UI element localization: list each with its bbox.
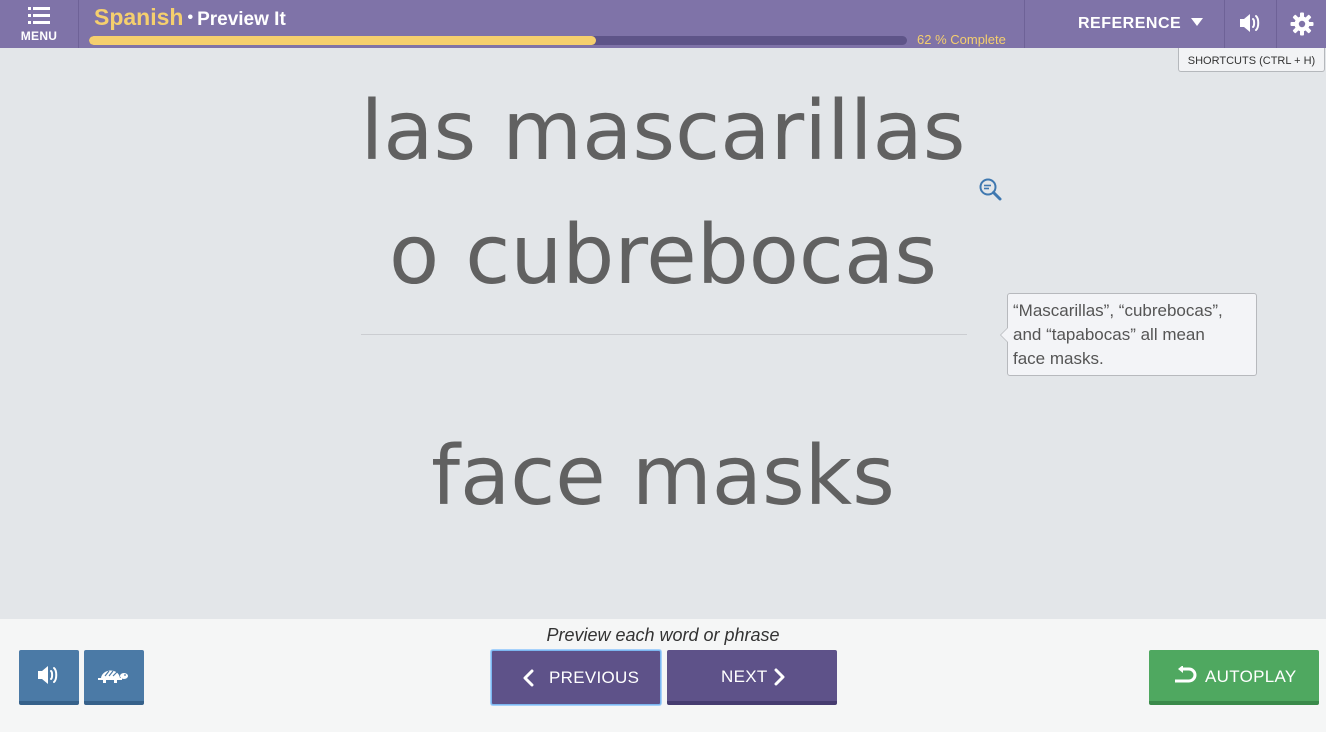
menu-list-icon [28, 7, 50, 24]
menu-button[interactable]: MENU [0, 0, 79, 48]
gear-icon [1290, 12, 1314, 36]
autoplay-button[interactable]: AUTOPLAY [1149, 650, 1319, 705]
instruction-text: Preview each word or phrase [546, 625, 780, 645]
reference-label: REFERENCE [1078, 15, 1182, 32]
course-language: Spanish [94, 4, 184, 30]
progress-bar [89, 36, 907, 45]
term-line-2: o cubrebocas [389, 208, 937, 303]
settings-button[interactable] [1277, 0, 1326, 48]
turtle-icon [98, 670, 128, 683]
next-button[interactable]: NEXT [667, 650, 837, 705]
page-title: Spanish • Preview It [94, 4, 286, 31]
speaker-icon [1240, 14, 1260, 32]
previous-label: PREVIOUS [549, 668, 640, 687]
sound-toggle-button[interactable] [1225, 0, 1275, 48]
magnifier-icon [979, 178, 1002, 201]
card-divider [361, 334, 967, 335]
chevron-left-icon [523, 669, 534, 687]
loop-icon [1175, 666, 1197, 683]
top-bar: MENU Spanish • Preview It 62 % Complete RE… [0, 0, 1326, 48]
chevron-right-icon [774, 668, 785, 686]
term-line-1: las mascarillas [360, 84, 966, 179]
next-label: NEXT [721, 667, 768, 686]
progress-fill [89, 36, 597, 45]
shortcuts-tab[interactable]: SHORTCUTS (CTRL + H) [1178, 48, 1325, 72]
usage-note-line: and “tapabocas” all mean [1013, 325, 1205, 344]
caret-down-icon [1191, 18, 1203, 26]
usage-note-line: face masks. [1013, 349, 1104, 368]
usage-note-line: “Mascarillas”, “cubrebocas”, [1013, 301, 1223, 320]
play-audio-button[interactable] [19, 650, 79, 705]
speaker-icon [38, 666, 58, 684]
slow-audio-button[interactable] [84, 650, 144, 705]
bottom-bar: Preview each word or phrase PREVIOUS NEX… [0, 619, 1326, 732]
activity-mode: Preview It [197, 9, 286, 30]
progress-text: 62 % Complete [917, 32, 1006, 47]
translation: face masks [431, 429, 895, 524]
autoplay-label: AUTOPLAY [1205, 667, 1297, 686]
previous-button[interactable]: PREVIOUS [491, 650, 661, 705]
zoom-button[interactable] [978, 177, 1004, 203]
menu-label: MENU [20, 29, 58, 43]
title-separator: • [187, 9, 194, 26]
reference-dropdown[interactable]: REFERENCE [1025, 0, 1223, 48]
usage-note: “Mascarillas”, “cubrebocas”, and “tapabo… [1000, 293, 1257, 376]
